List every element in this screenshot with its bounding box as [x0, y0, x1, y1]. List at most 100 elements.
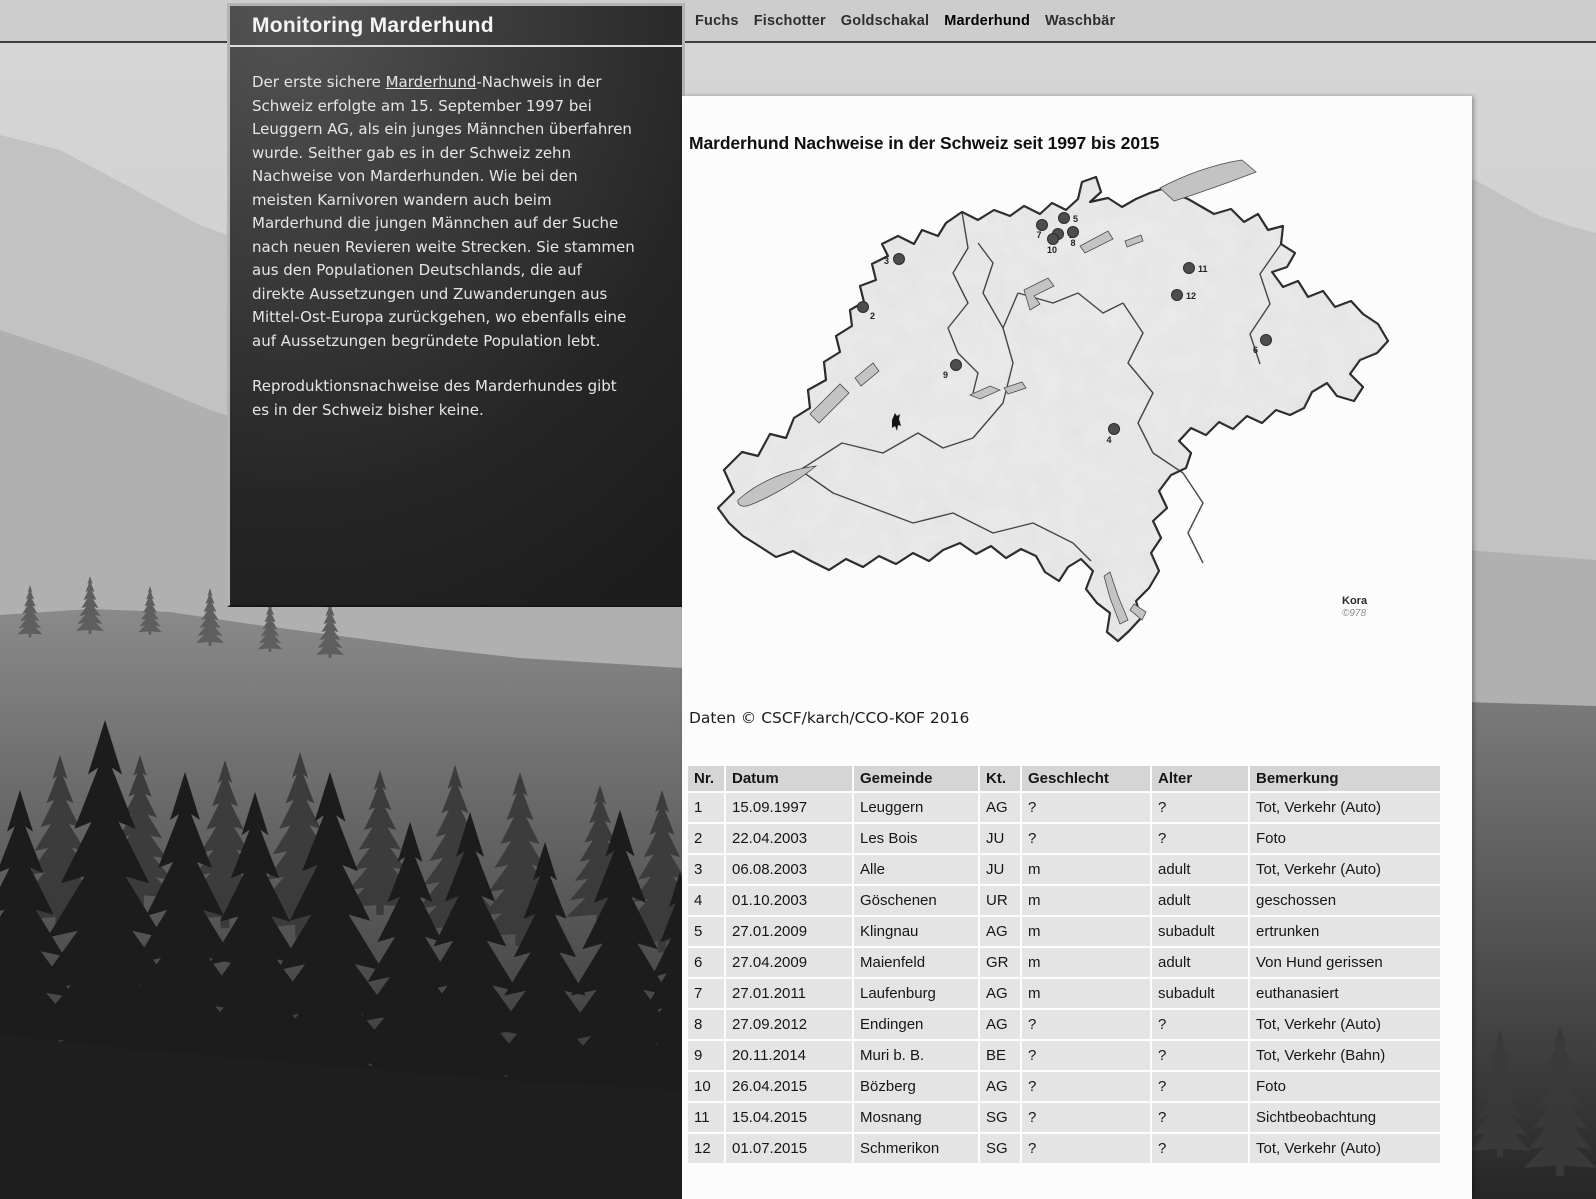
table-cell: 11: [688, 1103, 724, 1132]
table-cell: 20.11.2014: [726, 1041, 852, 1070]
marker-dot-10: [1048, 234, 1059, 245]
table-cell: ertrunken: [1250, 917, 1440, 946]
column-header: Kt.: [980, 766, 1020, 791]
table-row: 222.04.2003Les BoisJU??Foto: [688, 824, 1440, 853]
kora-sub: ©978: [1342, 608, 1366, 619]
table-cell: 4: [688, 886, 724, 915]
table-cell: Leuggern: [854, 793, 978, 822]
page: Fuchs Fischotter Goldschakal Marderhund Wasc…: [0, 0, 1596, 1199]
table-cell: subadult: [1152, 917, 1248, 946]
table-cell: ?: [1022, 824, 1150, 853]
table-cell: ?: [1022, 1103, 1150, 1132]
tab-goldschakal[interactable]: Goldschakal: [841, 13, 929, 29]
table-cell: Mosnang: [854, 1103, 978, 1132]
table-cell: Maienfeld: [854, 948, 978, 977]
table-row: 115.09.1997LeuggernAG??Tot, Verkehr (Aut…: [688, 793, 1440, 822]
table-cell: ?: [1022, 1072, 1150, 1101]
table-cell: 27.09.2012: [726, 1010, 852, 1039]
table-cell: Tot, Verkehr (Auto): [1250, 1010, 1440, 1039]
marker-dot-3: [894, 254, 905, 265]
tab-fischotter[interactable]: Fischotter: [754, 13, 826, 29]
marker-label-12: 12: [1186, 291, 1196, 301]
data-credit: Daten © CSCF/karch/CCO-KOF 2016: [689, 709, 969, 727]
table-cell: 12: [688, 1134, 724, 1163]
table-cell: euthanasiert: [1250, 979, 1440, 1008]
table-cell: Tot, Verkehr (Bahn): [1250, 1041, 1440, 1070]
table-cell: 8: [688, 1010, 724, 1039]
marker-label-6: 6: [1253, 345, 1258, 355]
marker-label-5: 5: [1073, 214, 1078, 224]
column-header: Nr.: [688, 766, 724, 791]
marker-label-4: 4: [1106, 435, 1111, 445]
marker-label-9: 9: [943, 370, 948, 380]
marker-label-8: 8: [1070, 238, 1075, 248]
panel-text: Der erste sichere Marderhund-Nachweis in…: [230, 47, 682, 422]
marker-label-7: 7: [1036, 230, 1041, 240]
table-row: 827.09.2012EndingenAG??Tot, Verkehr (Aut…: [688, 1010, 1440, 1039]
table-cell: 5: [688, 917, 724, 946]
table-cell: BE: [980, 1041, 1020, 1070]
table-cell: subadult: [1152, 979, 1248, 1008]
marker-dot-11: [1184, 263, 1195, 274]
table-cell: 06.08.2003: [726, 855, 852, 884]
table-row: 401.10.2003GöschenenURmadultgeschossen: [688, 886, 1440, 915]
marker-label-2: 2: [870, 311, 875, 321]
tab-fuchs[interactable]: Fuchs: [695, 13, 739, 29]
table-cell: m: [1022, 886, 1150, 915]
intro-text-before: Der erste sichere: [252, 73, 386, 91]
table-cell: 01.07.2015: [726, 1134, 852, 1163]
tab-waschbär[interactable]: Waschbär: [1045, 13, 1115, 29]
table-cell: 01.10.2003: [726, 886, 852, 915]
table-cell: 2: [688, 824, 724, 853]
map-title: Marderhund Nachweise in der Schweiz seit…: [689, 133, 1159, 154]
tab-marderhund[interactable]: Marderhund: [944, 13, 1030, 29]
marker-label-3: 3: [884, 256, 889, 266]
table-cell: 27.01.2009: [726, 917, 852, 946]
table-cell: adult: [1152, 855, 1248, 884]
table-cell: ?: [1022, 793, 1150, 822]
table-cell: m: [1022, 917, 1150, 946]
second-paragraph: Reproduktionsnachweise des Marderhundes …: [252, 375, 636, 422]
table-cell: Schmerikon: [854, 1134, 978, 1163]
table-cell: AG: [980, 793, 1020, 822]
table-cell: 27.01.2011: [726, 979, 852, 1008]
table-cell: 10: [688, 1072, 724, 1101]
table-cell: ?: [1022, 1041, 1150, 1070]
intro-paragraph: Der erste sichere Marderhund-Nachweis in…: [252, 71, 636, 353]
table-cell: Foto: [1250, 824, 1440, 853]
marker-dot-12: [1172, 290, 1183, 301]
table-row: 306.08.2003AlleJUmadultTot, Verkehr (Aut…: [688, 855, 1440, 884]
table-cell: 15.04.2015: [726, 1103, 852, 1132]
table-cell: geschossen: [1250, 886, 1440, 915]
marker-label-11: 11: [1198, 264, 1208, 274]
marker-dot-9: [951, 360, 962, 371]
marker-dot-4: [1109, 424, 1120, 435]
panel-title: Monitoring Marderhund: [230, 6, 682, 47]
table-cell: Muri b. B.: [854, 1041, 978, 1070]
table-cell: Bözberg: [854, 1072, 978, 1101]
table-cell: Tot, Verkehr (Auto): [1250, 1134, 1440, 1163]
table-cell: Les Bois: [854, 824, 978, 853]
column-header: Bemerkung: [1250, 766, 1440, 791]
column-header: Geschlecht: [1022, 766, 1150, 791]
kora-logo: Kora ©978: [1342, 595, 1368, 619]
table-cell: AG: [980, 1072, 1020, 1101]
marker-dot-6: [1261, 335, 1272, 346]
table-row: 1115.04.2015MosnangSG??Sichtbeobachtung: [688, 1103, 1440, 1132]
table-cell: ?: [1022, 1134, 1150, 1163]
marderhund-link[interactable]: Marderhund: [386, 73, 477, 91]
table-cell: 1: [688, 793, 724, 822]
table-cell: 27.04.2009: [726, 948, 852, 977]
kora-label: Kora: [1342, 595, 1368, 607]
species-nav: Fuchs Fischotter Goldschakal Marderhund Wasc…: [695, 0, 1115, 41]
table-cell: m: [1022, 979, 1150, 1008]
table-cell: 7: [688, 979, 724, 1008]
marker-dot-8: [1068, 227, 1079, 238]
marker-dot-7: [1037, 220, 1048, 231]
table-header-row: Nr.DatumGemeindeKt.GeschlechtAlterBemerk…: [688, 766, 1440, 791]
content-panel: Marderhund Nachweise in der Schweiz seit…: [682, 96, 1472, 1199]
switzerland-map: 123456789101112 Kora ©978: [682, 152, 1422, 667]
table-cell: SG: [980, 1103, 1020, 1132]
table-cell: Von Hund gerissen: [1250, 948, 1440, 977]
table-cell: adult: [1152, 948, 1248, 977]
